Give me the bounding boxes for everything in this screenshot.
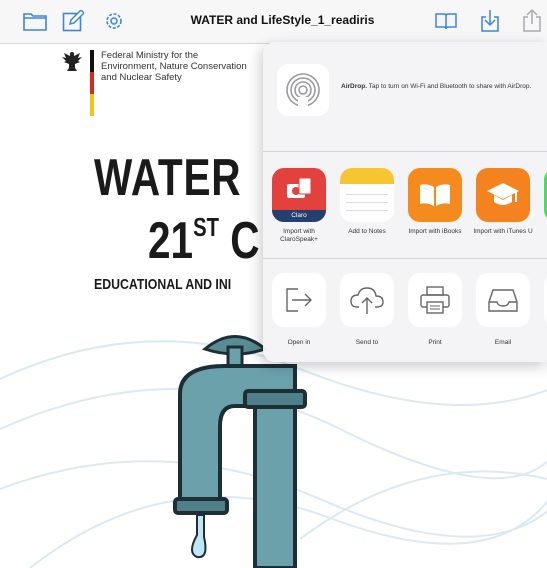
share-app-notes[interactable]: Add to Notes xyxy=(337,168,397,236)
ministry-line-2: Environment, Nature Conservation xyxy=(101,61,247,72)
title-rest: C xyxy=(219,212,260,270)
action-email[interactable]: Email xyxy=(473,273,533,347)
share-app-label: Add to Notes xyxy=(348,228,386,235)
printer-icon xyxy=(408,273,462,327)
action-print[interactable]: Print xyxy=(405,273,465,347)
share-app-partial[interactable] xyxy=(541,168,547,228)
top-toolbar: WATER and LifeStyle_1_readiris xyxy=(0,0,547,44)
ministry-header: Federal Ministry for the Environment, Na… xyxy=(60,50,247,116)
folder-icon[interactable] xyxy=(22,8,48,34)
action-send-to[interactable]: Send to xyxy=(337,273,397,347)
document-title-line-1: WATER xyxy=(94,149,242,207)
clarospeak-icon: Claro xyxy=(272,168,326,222)
action-label: Open in xyxy=(287,339,311,346)
share-actions-row: Open in Send to Print Email xyxy=(263,259,547,362)
action-partial[interactable] xyxy=(541,273,547,327)
book-icon[interactable] xyxy=(433,8,459,34)
itunes-u-icon xyxy=(476,168,530,222)
download-icon[interactable] xyxy=(477,8,503,34)
federal-eagle-icon xyxy=(62,52,82,71)
airdrop-description: AirDrop. Tap to turn on Wi-Fi and Blueto… xyxy=(341,82,541,91)
airdrop-hint: Tap to turn on Wi-Fi and Bluetooth to sh… xyxy=(367,83,532,90)
share-sheet: AirDrop. Tap to turn on Wi-Fi and Blueto… xyxy=(263,42,547,362)
open-in-icon xyxy=(272,273,326,327)
share-icon[interactable] xyxy=(519,8,545,34)
inbox-icon xyxy=(476,273,530,327)
airdrop-section[interactable]: AirDrop. Tap to turn on Wi-Fi and Blueto… xyxy=(263,42,547,152)
notes-icon xyxy=(340,168,394,222)
document-subheading: EDUCATIONAL AND INI xyxy=(94,276,232,293)
share-app-itunes-u[interactable]: Import with iTunes U xyxy=(473,168,533,236)
ministry-line-3: and Nuclear Safety xyxy=(101,72,182,83)
upload-cloud-icon xyxy=(340,273,394,327)
ibooks-icon xyxy=(408,168,462,222)
action-label: Email xyxy=(494,339,512,346)
title-number: 21 xyxy=(148,212,194,270)
share-app-clarospeak[interactable]: Claro Import with ClaroSpeak+ xyxy=(269,168,329,244)
action-label: Send to xyxy=(355,339,379,346)
settings-icon[interactable] xyxy=(101,8,127,34)
share-app-label: Import with iTunes U xyxy=(473,228,533,235)
share-app-label: Import with iBooks xyxy=(408,228,462,235)
airdrop-icon[interactable] xyxy=(277,64,329,116)
document-title: WATER and LifeStyle_1_readiris xyxy=(190,13,375,27)
ministry-name: Federal Ministry for the Environment, Na… xyxy=(101,50,247,83)
share-app-label: Import with ClaroSpeak+ xyxy=(280,228,318,243)
share-apps-row: Claro Import with ClaroSpeak+ Add to Not… xyxy=(263,152,547,259)
action-label: Print xyxy=(428,339,442,346)
edit-icon[interactable] xyxy=(60,8,86,34)
ministry-line-1: Federal Ministry for the xyxy=(101,50,199,61)
claro-badge: Claro xyxy=(272,210,326,222)
share-app-ibooks[interactable]: Import with iBooks xyxy=(405,168,465,236)
airdrop-title: AirDrop. xyxy=(341,83,367,90)
title-ordinal: ST xyxy=(193,212,220,242)
german-flag-stripe xyxy=(90,50,94,116)
document-title-line-2: 21ST C xyxy=(148,211,260,271)
action-open-in[interactable]: Open in xyxy=(269,273,329,347)
